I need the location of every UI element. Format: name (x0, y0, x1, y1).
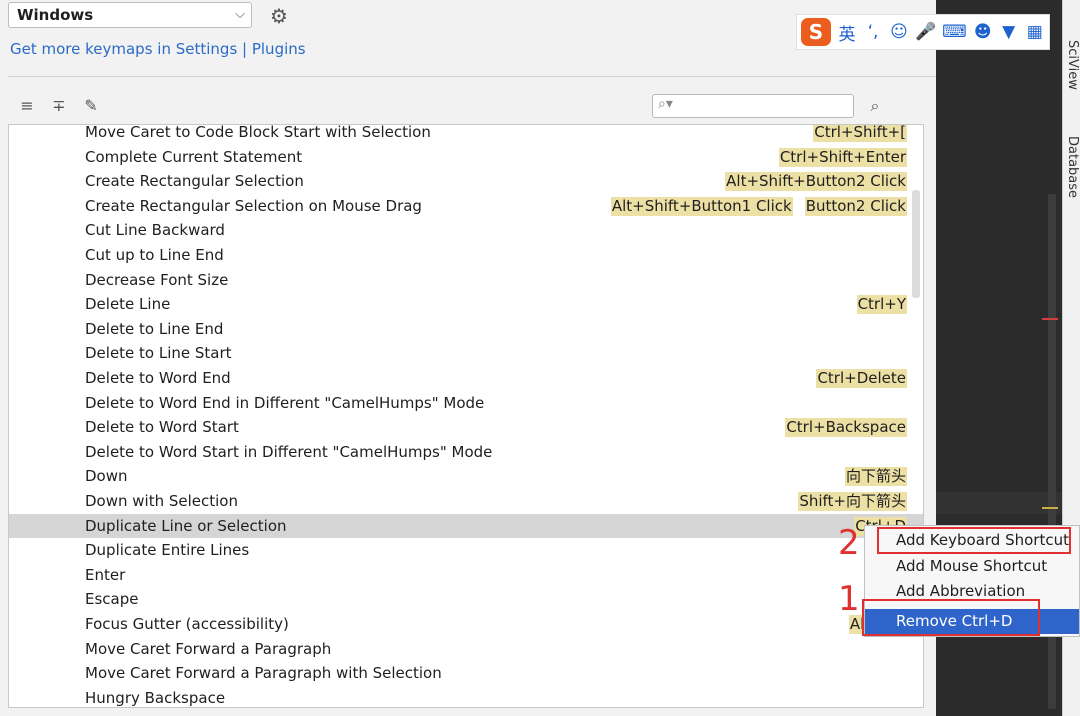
keymap-select[interactable]: Windows ⌵ (8, 2, 252, 28)
settings-plugins-link[interactable]: Get more keymaps in Settings | Plugins (10, 40, 306, 58)
action-name: Move Caret Forward a Paragraph (85, 639, 332, 658)
action-name: Cut Line Backward (85, 221, 225, 240)
ime-language[interactable]: 英 (837, 20, 857, 45)
divider (8, 76, 936, 77)
table-row[interactable]: Escape (9, 587, 923, 612)
microphone-icon[interactable]: 🎤 (915, 22, 936, 42)
context-menu-item[interactable]: Add Mouse Shortcut (865, 554, 1079, 579)
grid-icon[interactable]: ▦ (1025, 22, 1045, 42)
database-tab[interactable]: Database (1065, 136, 1080, 198)
action-name: Escape (85, 590, 139, 609)
error-marker (1042, 318, 1058, 320)
action-name: Duplicate Entire Lines (85, 541, 250, 560)
table-row[interactable]: Down with Selection Shift+向下箭头 (9, 489, 923, 514)
keyboard-icon[interactable]: ⌨ (942, 22, 967, 42)
action-name: Cut up to Line End (85, 246, 224, 264)
ime-toolbar: S 英 ‘, ☺ 🎤 ⌨ ☻ ▼ ▦ (796, 14, 1050, 50)
table-row[interactable]: Delete Line Ctrl+Y (9, 292, 923, 317)
emoji-icon[interactable]: ☺ (889, 22, 909, 42)
table-row[interactable]: Delete to Word End in Different "CamelHu… (9, 391, 923, 416)
action-name: Create Rectangular Selection (85, 172, 304, 191)
search-input[interactable]: ⌕▾ (652, 94, 854, 118)
annotation-number-2: 2 (838, 523, 860, 563)
shortcut-badge: Ctrl+Shift+Enter (778, 147, 907, 167)
table-row[interactable]: Delete to Line End (9, 317, 923, 342)
collapse-all-icon[interactable]: ∓ (48, 96, 70, 116)
table-scrollbar[interactable] (912, 190, 920, 298)
table-row[interactable]: Delete to Word Start Ctrl+Backspace (9, 415, 923, 440)
table-row[interactable]: Delete to Word End Ctrl+Delete (9, 366, 923, 391)
chevron-down-icon: ⌵ (235, 7, 245, 22)
annotation-box-add-shortcut (877, 527, 1071, 554)
shortcut-badge: Ctrl+Y (856, 295, 907, 315)
sciview-tab[interactable]: SciView (1065, 40, 1080, 90)
table-row[interactable]: Focus Gutter (accessibility)Alt+Shi (9, 612, 923, 637)
table-row[interactable]: Move Caret Forward a Paragraph with Sele… (9, 661, 923, 686)
search-icon: ⌕▾ (658, 96, 673, 112)
shortcut-badge: Shift+向下箭头 (798, 492, 907, 511)
action-name: Delete to Line Start (85, 344, 232, 363)
action-name: Decrease Font Size (85, 270, 229, 289)
table-row[interactable]: Create Rectangular Selection Alt+Shift+Bu… (9, 169, 923, 194)
action-name: Down with Selection (85, 492, 238, 510)
annotation-box-remove (862, 599, 1040, 636)
table-row[interactable]: Decrease Font Size (9, 268, 923, 293)
table-row[interactable]: Hungry Backspace (9, 686, 923, 707)
table-row[interactable]: Duplicate Entire Lines (9, 538, 923, 563)
warning-marker (1042, 507, 1058, 509)
tshirt-icon[interactable]: ▼ (999, 22, 1019, 42)
punctuation-icon[interactable]: ‘, (863, 22, 883, 42)
user-icon[interactable]: ☻ (973, 22, 993, 42)
action-name: Complete Current Statement (85, 147, 303, 166)
table-row[interactable]: Move Caret Forward a Paragraph (9, 637, 923, 662)
ime-logo[interactable]: S (801, 18, 831, 46)
shortcut-badge: 向下箭头 (844, 467, 907, 487)
expand-all-icon[interactable]: ≡ (16, 96, 38, 116)
actions-table[interactable]: Move Caret to Code Block Start with Sele… (8, 124, 924, 708)
action-name: Delete to Word End (85, 369, 231, 387)
shortcut-badge: Ctrl+Delete (816, 369, 907, 388)
action-name: Move Caret to Code Block Start with Sele… (85, 124, 431, 141)
annotation-number-1: 1 (838, 579, 860, 619)
shortcut-badge: Ctrl+Shift+[ (813, 124, 907, 142)
action-name: Delete to Word Start (85, 418, 239, 437)
action-name: Duplicate Line or Selection (85, 516, 287, 535)
table-row[interactable]: Duplicate Line or SelectionCtrl+D (9, 513, 923, 539)
shortcut-badge: Alt+Shift+Button2 Click (725, 172, 907, 192)
table-row[interactable]: Move Caret to Code Block Start with Sele… (9, 124, 923, 145)
action-name: Down (85, 467, 128, 486)
edit-icon[interactable]: ✎ (80, 96, 102, 116)
action-name: Delete to Word End in Different "CamelHu… (85, 393, 485, 412)
find-by-shortcut-icon[interactable]: ⌕ (862, 94, 888, 118)
action-name: Enter (85, 565, 126, 584)
action-name: Delete to Word Start in Different "Camel… (85, 442, 493, 461)
shortcut-badge: Alt+Shift+Button1 Click (610, 196, 793, 216)
table-row[interactable]: Enter (9, 563, 923, 588)
keymap-select-value: Windows (17, 6, 94, 24)
table-row[interactable]: Cut up to Line End (9, 243, 923, 268)
table-row[interactable]: Down 向下箭头 (9, 464, 923, 489)
table-row[interactable]: Cut Line Backward (9, 218, 923, 243)
shortcut-badge: Ctrl+Backspace (785, 418, 907, 438)
action-name: Delete Line (85, 295, 171, 314)
table-row[interactable]: Complete Current Statement Ctrl+Shift+Ent… (9, 145, 923, 170)
action-name: Focus Gutter (accessibility) (85, 615, 289, 633)
action-name: Hungry Backspace (85, 688, 226, 707)
action-name: Delete to Line End (85, 319, 224, 338)
action-name: Move Caret Forward a Paragraph with Sele… (85, 664, 442, 683)
table-row[interactable]: Delete to Word Start in Different "Camel… (9, 440, 923, 465)
shortcut-badge: Button2 Click (804, 196, 907, 216)
gear-icon[interactable]: ⚙ (266, 4, 292, 28)
table-row[interactable]: Create Rectangular Selection on Mouse Dr… (9, 194, 923, 219)
action-name: Create Rectangular Selection on Mouse Dr… (85, 196, 422, 215)
table-row[interactable]: Delete to Line Start (9, 341, 923, 366)
